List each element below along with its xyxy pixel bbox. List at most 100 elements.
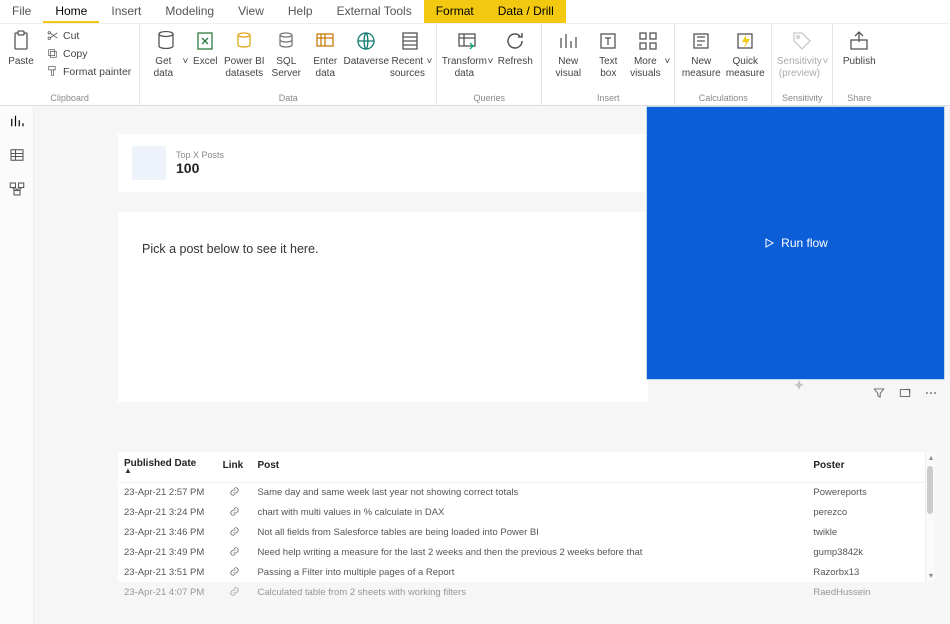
ribbon-group-data: Get data ˅ Excel Power BI datasets SQL S… bbox=[140, 24, 437, 105]
cell-link[interactable] bbox=[217, 583, 252, 603]
table-scrollbar[interactable]: ▴ ▾ bbox=[925, 452, 935, 582]
card-top-label: Top X Posts bbox=[176, 150, 224, 160]
pbi-datasets-button[interactable]: Power BI datasets bbox=[222, 27, 266, 79]
sensitivity-button[interactable]: Sensitivity (preview) ˅ bbox=[776, 27, 828, 79]
copy-button[interactable]: Copy bbox=[42, 46, 135, 61]
text-box-button[interactable]: Text box bbox=[590, 27, 626, 79]
dataverse-button[interactable]: Dataverse bbox=[344, 27, 388, 78]
refresh-icon bbox=[503, 29, 527, 53]
cell-link[interactable] bbox=[217, 482, 252, 503]
cell-post: Passing a Filter into multiple pages of … bbox=[251, 563, 807, 583]
cell-date: 23-Apr-21 3:24 PM bbox=[118, 503, 217, 523]
table-row[interactable]: 23-Apr-21 4:07 PMCalculated table from 2… bbox=[118, 583, 925, 603]
cell-poster: gump3842k bbox=[807, 543, 925, 563]
tag-icon bbox=[790, 29, 814, 53]
menu-bar: File Home Insert Modeling View Help Exte… bbox=[0, 0, 950, 24]
transform-icon bbox=[455, 29, 479, 53]
ribbon-group-share: Publish Share bbox=[833, 24, 885, 105]
col-published-date[interactable]: Published Date▲ bbox=[118, 452, 217, 482]
card-prompt[interactable]: Pick a post below to see it here. bbox=[118, 212, 648, 402]
leftnav bbox=[0, 106, 34, 624]
enter-data-button[interactable]: Enter data bbox=[306, 27, 344, 79]
cut-button[interactable]: Cut bbox=[42, 28, 135, 43]
col-post[interactable]: Post bbox=[251, 452, 807, 482]
more-options-icon[interactable] bbox=[924, 386, 938, 400]
posts-table: Published Date▲ Link Post Poster 23-Apr-… bbox=[118, 452, 925, 603]
cell-poster: Powereports bbox=[807, 482, 925, 503]
new-visual-button[interactable]: New visual bbox=[546, 27, 590, 79]
model-view-icon[interactable] bbox=[8, 180, 26, 198]
ribbon-group-queries: Transform data ˅ Refresh Queries bbox=[437, 24, 542, 105]
table-row[interactable]: 23-Apr-21 3:46 PMNot all fields from Sal… bbox=[118, 523, 925, 543]
scissors-icon bbox=[46, 29, 59, 42]
transform-data-button[interactable]: Transform data ˅ bbox=[441, 27, 493, 79]
sql-server-button[interactable]: SQL Server bbox=[266, 27, 306, 79]
cell-poster: twikle bbox=[807, 523, 925, 543]
prompt-text: Pick a post below to see it here. bbox=[142, 242, 318, 256]
cell-date: 23-Apr-21 3:46 PM bbox=[118, 523, 217, 543]
recent-icon bbox=[398, 29, 422, 53]
dataset-icon bbox=[232, 29, 256, 53]
menu-home[interactable]: Home bbox=[43, 0, 99, 23]
table-row[interactable]: 23-Apr-21 3:51 PM Passing a Filter into m… bbox=[118, 563, 925, 583]
globe-icon bbox=[354, 29, 378, 53]
new-measure-button[interactable]: New measure bbox=[679, 27, 723, 79]
menu-format[interactable]: Format bbox=[424, 0, 486, 23]
menu-external-tools[interactable]: External Tools bbox=[325, 0, 424, 23]
card-top-posts[interactable]: Top X Posts 100 bbox=[118, 134, 648, 192]
measure-icon bbox=[689, 29, 713, 53]
apps-icon bbox=[636, 29, 660, 53]
excel-button[interactable]: Excel bbox=[188, 27, 222, 78]
paste-button[interactable]: Paste bbox=[4, 27, 38, 78]
ribbon-group-clipboard: Paste Cut Copy Format painter Clipboard bbox=[0, 24, 140, 105]
paste-label: Paste bbox=[8, 56, 34, 78]
data-view-icon[interactable] bbox=[8, 146, 26, 164]
focus-mode-icon[interactable] bbox=[898, 386, 912, 400]
cell-link[interactable] bbox=[217, 523, 252, 543]
cell-date: 23-Apr-21 3:51 PM bbox=[118, 563, 217, 583]
col-link[interactable]: Link bbox=[217, 452, 252, 482]
cell-link[interactable] bbox=[217, 543, 252, 563]
cell-link[interactable] bbox=[217, 503, 252, 523]
quick-icon bbox=[733, 29, 757, 53]
menu-file[interactable]: File bbox=[0, 0, 43, 23]
menu-data-drill[interactable]: Data / Drill bbox=[486, 0, 566, 23]
quick-measure-button[interactable]: Quick measure bbox=[723, 27, 767, 79]
get-data-button[interactable]: Get data ˅ bbox=[144, 27, 188, 79]
run-flow-visual[interactable]: Run flow bbox=[646, 106, 945, 380]
refresh-button[interactable]: Refresh bbox=[493, 27, 537, 78]
scroll-up-icon[interactable]: ▴ bbox=[926, 453, 936, 463]
scroll-thumb[interactable] bbox=[927, 466, 933, 514]
menu-modeling[interactable]: Modeling bbox=[153, 0, 226, 23]
ribbon-group-insert: New visual Text box More visuals ˅ Inser… bbox=[542, 24, 675, 105]
format-painter-button[interactable]: Format painter bbox=[42, 64, 135, 79]
table-row[interactable]: 23-Apr-21 3:24 PMchart with multi values… bbox=[118, 503, 925, 523]
more-visuals-button[interactable]: More visuals ˅ bbox=[626, 27, 670, 79]
ribbon-group-sensitivity: Sensitivity (preview) ˅ Sensitivity bbox=[772, 24, 833, 105]
cell-post: Same day and same week last year not sho… bbox=[251, 482, 807, 503]
table-plus-icon bbox=[313, 29, 337, 53]
col-poster[interactable]: Poster bbox=[807, 452, 925, 482]
database-icon bbox=[154, 29, 178, 53]
card-top-value: 100 bbox=[176, 160, 224, 176]
menu-insert[interactable]: Insert bbox=[99, 0, 153, 23]
posts-table-visual[interactable]: Published Date▲ Link Post Poster 23-Apr-… bbox=[118, 452, 935, 582]
publish-icon bbox=[847, 29, 871, 53]
table-row[interactable]: 23-Apr-21 3:49 PMNeed help writing a mea… bbox=[118, 543, 925, 563]
cell-link[interactable] bbox=[217, 563, 252, 583]
run-flow-label: Run flow bbox=[781, 236, 828, 250]
cell-poster: Razorbx13 bbox=[807, 563, 925, 583]
table-row[interactable]: 23-Apr-21 2:57 PM Same day and same week … bbox=[118, 482, 925, 503]
brush-icon bbox=[46, 65, 59, 78]
excel-icon bbox=[193, 29, 217, 53]
recent-sources-button[interactable]: Recent sources ˅ bbox=[388, 27, 432, 79]
sql-icon bbox=[274, 29, 298, 53]
resize-handle-icon[interactable] bbox=[792, 378, 806, 392]
filter-icon[interactable] bbox=[872, 386, 886, 400]
report-view-icon[interactable] bbox=[8, 112, 26, 130]
menu-view[interactable]: View bbox=[226, 0, 276, 23]
publish-button[interactable]: Publish bbox=[837, 27, 881, 78]
menu-help[interactable]: Help bbox=[276, 0, 325, 23]
cell-date: 23-Apr-21 2:57 PM bbox=[118, 482, 217, 503]
scroll-down-icon[interactable]: ▾ bbox=[926, 571, 936, 581]
